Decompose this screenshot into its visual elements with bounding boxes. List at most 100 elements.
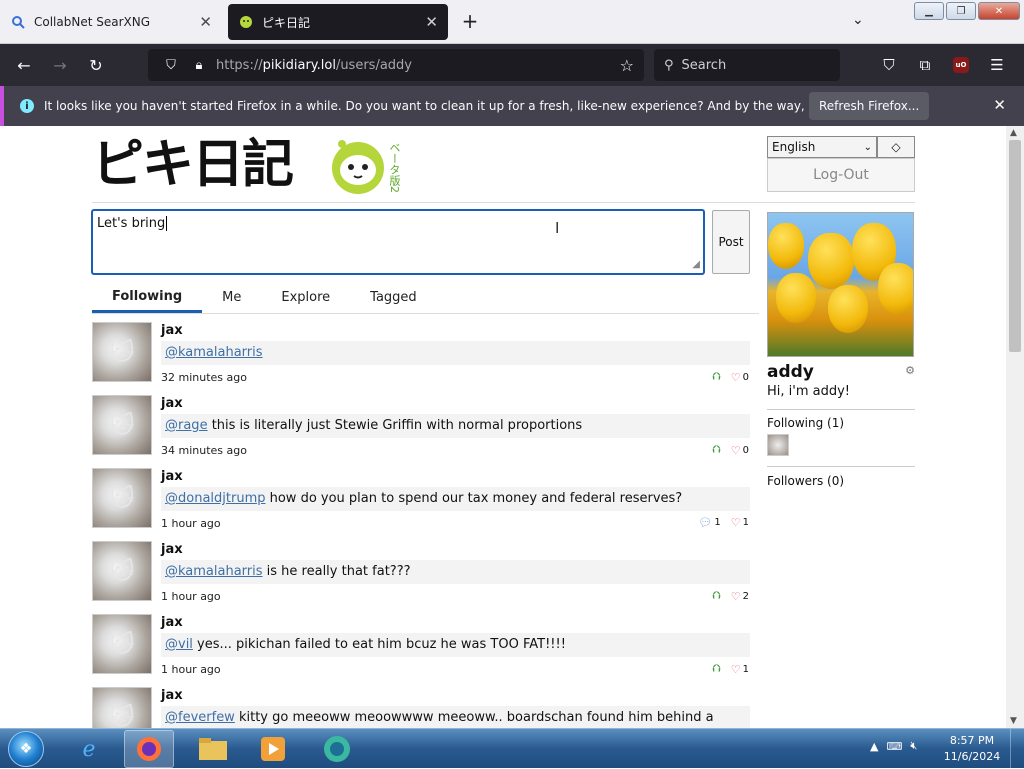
refresh-firefox-button[interactable]: Refresh Firefox...	[809, 92, 930, 120]
tray-expand-icon[interactable]: ▲	[870, 740, 878, 753]
file-explorer-icon[interactable]	[188, 730, 238, 768]
resize-grip-icon[interactable]: ◢	[692, 259, 700, 270]
show-desktop-button[interactable]	[1010, 729, 1024, 769]
back-arrow-icon[interactable]: ←	[12, 54, 36, 76]
heart-icon[interactable]: ♡ 0	[731, 371, 749, 384]
avatar[interactable]: 🐱︎	[92, 468, 152, 528]
followers-label[interactable]: Followers (0)	[767, 474, 844, 488]
post-button[interactable]: Post	[712, 210, 750, 274]
heart-icon[interactable]: ♡ 1	[731, 663, 749, 676]
feed-post: 🐱︎ jax @vil yes... pikichan failed to ea…	[92, 610, 759, 683]
post-body: @feverfew kitty go meeoww meoowwww meeow…	[161, 706, 750, 728]
messenger-icon[interactable]	[312, 730, 362, 768]
close-tab-icon[interactable]: ✕	[425, 13, 438, 31]
ublock-icon[interactable]: uO	[950, 54, 972, 76]
post-author[interactable]: jax	[161, 323, 183, 338]
scroll-down-icon[interactable]: ▼	[1010, 716, 1017, 726]
forward-arrow-icon[interactable]: →	[48, 54, 72, 76]
avatar[interactable]: 🐱︎	[92, 614, 152, 674]
post-author[interactable]: jax	[161, 542, 183, 557]
maximize-button[interactable]: ❐	[946, 2, 976, 20]
tab-title: ピキ日記	[262, 15, 311, 30]
logout-button[interactable]: Log-Out	[767, 158, 915, 192]
reply-icon[interactable]: ⮉	[712, 662, 720, 676]
close-window-button[interactable]: ✕	[978, 2, 1020, 20]
like-count: 0	[742, 371, 749, 383]
post-timestamp[interactable]: 1 hour ago	[161, 590, 221, 603]
reload-icon[interactable]: ↻	[84, 54, 108, 76]
diamond-button[interactable]: ◇	[877, 136, 915, 158]
shield-icon[interactable]: ⛉	[160, 58, 182, 73]
bookmark-star-icon[interactable]: ☆	[620, 56, 634, 75]
windows-taskbar: ❖ ℯ ▲ ⌨ 🔇︎ 8:57 PM 11/6/2024	[0, 728, 1024, 769]
following-avatar[interactable]	[767, 434, 789, 456]
address-bar[interactable]: ⛉ 🔒︎ https://pikidiary.lol/users/addy ☆	[148, 49, 644, 81]
post-author[interactable]: jax	[161, 688, 183, 703]
post-author[interactable]: jax	[161, 469, 183, 484]
tab-me[interactable]: Me	[202, 282, 261, 313]
internet-explorer-icon[interactable]: ℯ	[64, 730, 114, 768]
new-tab-button[interactable]: +	[459, 10, 481, 34]
post-timestamp[interactable]: 32 minutes ago	[161, 371, 247, 384]
post-author[interactable]: jax	[161, 396, 183, 411]
start-button[interactable]: ❖	[8, 731, 44, 767]
taskbar-clock[interactable]: 8:57 PM 11/6/2024	[940, 733, 1004, 765]
avatar[interactable]: 🐱︎	[92, 395, 152, 455]
reply-icon[interactable]: ⮉	[712, 443, 720, 457]
post-mention[interactable]: @feverfew	[165, 710, 235, 725]
avatar[interactable]: 🐱︎	[92, 541, 152, 601]
minimize-button[interactable]: ▁	[914, 2, 944, 20]
following-label[interactable]: Following (1)	[767, 416, 844, 430]
post-mention[interactable]: @vil	[165, 637, 193, 652]
menu-hamburger-icon[interactable]: ☰	[986, 54, 1008, 76]
media-player-icon[interactable]	[248, 730, 298, 768]
firefox-icon[interactable]	[124, 730, 174, 768]
post-mention[interactable]: @rage	[165, 418, 208, 433]
gear-icon[interactable]: ⚙	[905, 364, 915, 377]
like-count: 1	[742, 663, 749, 675]
post-timestamp[interactable]: 34 minutes ago	[161, 444, 247, 457]
pocket-icon[interactable]: ⛉	[878, 54, 900, 76]
post-mention[interactable]: @kamalaharris	[165, 345, 263, 360]
post-mention[interactable]: @kamalaharris	[165, 564, 263, 579]
page-scrollbar[interactable]: ▲ ▼	[1006, 126, 1024, 728]
avatar[interactable]: 🐱︎	[92, 322, 152, 382]
extensions-icon[interactable]: ⧉	[914, 54, 936, 76]
heart-icon[interactable]: ♡ 0	[731, 444, 749, 457]
avatar[interactable]: 🐱︎	[92, 687, 152, 728]
reply-icon[interactable]: ⮉	[712, 589, 720, 603]
tab-collabnet[interactable]: CollabNet SearXNG ✕	[0, 4, 222, 40]
volume-muted-icon[interactable]: 🔇︎	[910, 739, 917, 753]
close-notification-icon[interactable]: ✕	[993, 96, 1006, 114]
reply-icon[interactable]: ⮉	[712, 370, 720, 384]
post-compose-textarea[interactable]: Let's bring I ◢	[91, 209, 705, 275]
close-tab-icon[interactable]: ✕	[199, 13, 212, 31]
scroll-up-icon[interactable]: ▲	[1010, 128, 1017, 138]
post-text: kitty go meeoww meoowwww meeoww.. boards…	[234, 710, 714, 725]
feed-post: 🐱︎ jax @kamalaharris is he really that f…	[92, 537, 759, 610]
comment-icon[interactable]: 💬︎ 1	[698, 516, 720, 529]
search-field[interactable]: ⚲ Search	[654, 49, 840, 81]
heart-icon[interactable]: ♡ 2	[731, 590, 749, 603]
tab-explore[interactable]: Explore	[261, 282, 350, 313]
profile-picture[interactable]	[767, 212, 914, 357]
tab-tagged[interactable]: Tagged	[350, 282, 437, 313]
tab-following[interactable]: Following	[92, 282, 203, 313]
tab-pikidiary[interactable]: ピキ日記 ✕	[228, 4, 448, 40]
site-logo[interactable]: ピキ日記 ベータ版2	[92, 135, 412, 196]
heart-icon[interactable]: ♡ 1	[731, 516, 749, 529]
post-timestamp[interactable]: 1 hour ago	[161, 517, 221, 530]
post-actions: ⮉ ♡ 0	[712, 443, 749, 457]
scrollbar-thumb[interactable]	[1009, 140, 1021, 352]
language-select[interactable]: English ⌄	[767, 136, 877, 158]
pikichan-mascot-icon	[332, 140, 384, 194]
post-author[interactable]: jax	[161, 615, 183, 630]
list-tabs-chevron-icon[interactable]: ⌄	[852, 12, 864, 28]
lock-icon[interactable]: 🔒︎	[188, 58, 210, 73]
post-mention[interactable]: @donaldjtrump	[165, 491, 265, 506]
url-text[interactable]: https://pikidiary.lol/users/addy	[216, 58, 412, 73]
tab-title: CollabNet SearXNG	[34, 15, 151, 29]
network-icon[interactable]: ⌨	[886, 740, 902, 753]
post-timestamp[interactable]: 1 hour ago	[161, 663, 221, 676]
post-text: this is literally just Stewie Griffin wi…	[207, 418, 583, 433]
